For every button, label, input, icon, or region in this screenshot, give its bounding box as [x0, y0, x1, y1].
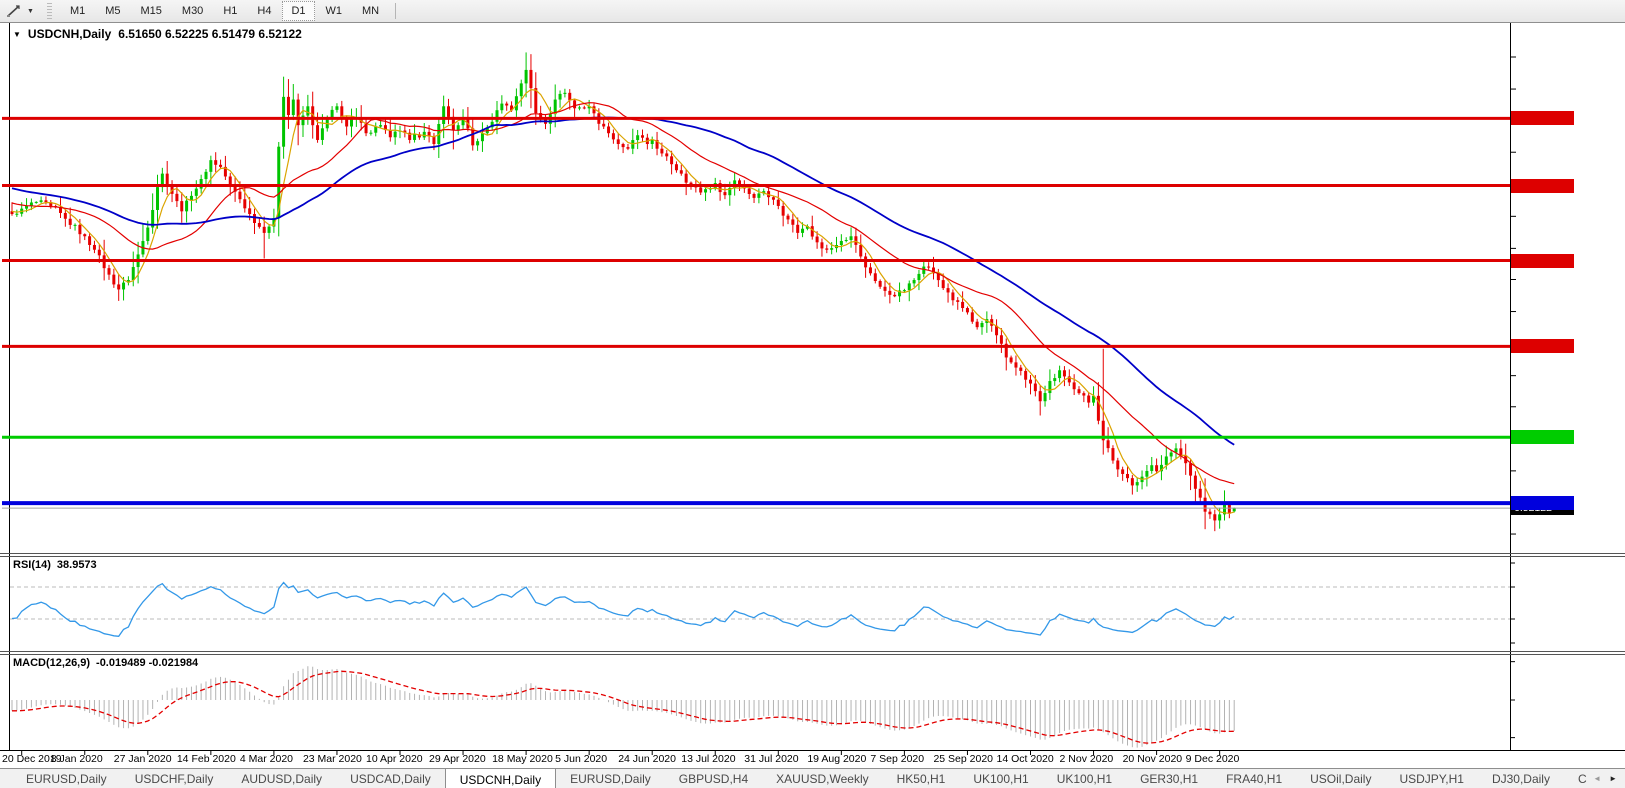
tab-usdcnh-daily[interactable]: USDCNH,Daily [444, 769, 557, 788]
timeframe-button-m15[interactable]: M15 [132, 1, 171, 21]
timeframe-button-mn[interactable]: MN [353, 1, 388, 21]
tab-uk100-h1[interactable]: UK100,H1 [959, 769, 1042, 788]
tab-usdjpy-h1[interactable]: USDJPY,H1 [1385, 769, 1477, 788]
tab-ger30-h1[interactable]: GER30,H1 [1126, 769, 1212, 788]
toolbar: ▼ M1 M5 M15 M30 H1 H4 D1 W1 MN [0, 0, 1625, 23]
tab-audusd-daily[interactable]: AUDUSD,Daily [227, 769, 336, 788]
timeframe-button-m5[interactable]: M5 [96, 1, 129, 21]
timeframe-button-m30[interactable]: M30 [173, 1, 212, 21]
timeframe-button-w1[interactable]: W1 [317, 1, 352, 21]
toolbar-drag-handle[interactable] [46, 3, 52, 19]
tab-eurusd-daily[interactable]: EURUSD,Daily [556, 769, 665, 788]
chart-tab-bar: EURUSD,Daily USDCHF,Daily AUDUSD,Daily USDC… [0, 768, 1625, 788]
tab-china300-h1[interactable]: CHINA300,H1 [1564, 769, 1587, 788]
timeframe-button-m1[interactable]: M1 [61, 1, 94, 21]
crosshair-tool-icon[interactable] [4, 3, 24, 19]
tab-usdcad-daily[interactable]: USDCAD,Daily [336, 769, 445, 788]
timeframe-buttons: M1 M5 M15 M30 H1 H4 D1 W1 MN [60, 0, 389, 22]
tab-dj30-daily[interactable]: DJ30,Daily [1478, 769, 1564, 788]
tab-fra40-h1[interactable]: FRA40,H1 [1212, 769, 1296, 788]
toolbar-separator [395, 3, 397, 19]
tab-hk50-h1[interactable]: HK50,H1 [883, 769, 960, 788]
tab-scroll-right-icon[interactable]: ► [1609, 774, 1617, 783]
tab-eurusd-daily[interactable]: EURUSD,Daily [12, 769, 121, 788]
chart-canvas[interactable] [0, 0, 1625, 768]
timeframe-button-d1[interactable]: D1 [282, 1, 315, 21]
tab-scroll-arrows: ◄ ► [1587, 769, 1625, 788]
chart-tabs: EURUSD,Daily USDCHF,Daily AUDUSD,Daily USDC… [12, 769, 1587, 788]
tab-usdchf-daily[interactable]: USDCHF,Daily [121, 769, 228, 788]
tab-uk100-h1[interactable]: UK100,H1 [1043, 769, 1126, 788]
timeframe-button-h4[interactable]: H4 [248, 1, 280, 21]
tool-dropdown-caret-icon[interactable]: ▼ [24, 6, 37, 17]
tab-xauusd-weekly[interactable]: XAUUSD,Weekly [762, 769, 882, 788]
tab-gbpusd-h4[interactable]: GBPUSD,H4 [665, 769, 762, 788]
tab-scroll-left-icon[interactable]: ◄ [1593, 774, 1601, 783]
tab-usoil-daily[interactable]: USOil,Daily [1296, 769, 1385, 788]
timeframe-button-h1[interactable]: H1 [214, 1, 246, 21]
